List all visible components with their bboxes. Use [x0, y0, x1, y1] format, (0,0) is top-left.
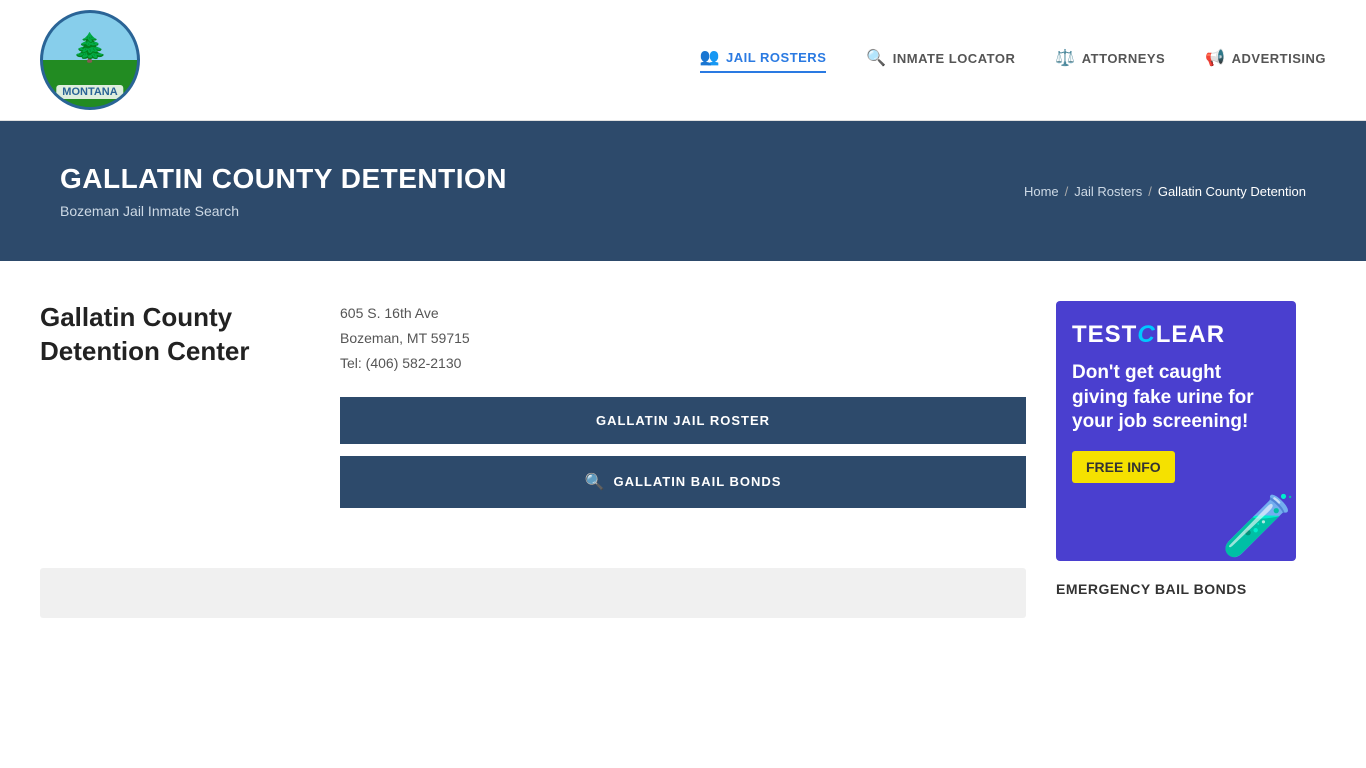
- ad-box[interactable]: TEST C LEAR Don't get caught giving fake…: [1056, 301, 1296, 561]
- logo-text: MONTANA: [56, 85, 123, 99]
- breadcrumb-current: Gallatin County Detention: [1158, 184, 1306, 199]
- address-line1: 605 S. 16th Ave: [340, 301, 1026, 326]
- hero-left: GALLATIN COUNTY DETENTION Bozeman Jail I…: [60, 163, 507, 219]
- nav-inmate-locator-label: INMATE LOCATOR: [893, 51, 1016, 66]
- nav-attorneys[interactable]: ⚖️ ATTORNEYS: [1055, 48, 1165, 72]
- bail-bonds-button[interactable]: 🔍 GALLATIN BAIL BONDS: [340, 456, 1026, 508]
- breadcrumb-home[interactable]: Home: [1024, 184, 1059, 199]
- right-sidebar: TEST C LEAR Don't get caught giving fake…: [1056, 301, 1306, 618]
- nav-inmate-locator[interactable]: 🔍 INMATE LOCATOR: [866, 48, 1015, 72]
- main-content: Gallatin County Detention Center 605 S. …: [0, 261, 1366, 658]
- logo-tree-icon: 🌲: [73, 31, 108, 64]
- facility-name: Gallatin County Detention Center: [40, 301, 300, 508]
- facility-heading: Gallatin County Detention Center: [40, 301, 300, 369]
- ad-brand-clear: LEAR: [1156, 321, 1225, 349]
- breadcrumb-sep-2: /: [1148, 184, 1152, 199]
- hero-banner: GALLATIN COUNTY DETENTION Bozeman Jail I…: [0, 121, 1366, 261]
- ad-brand-test: TEST: [1072, 321, 1137, 349]
- ad-tagline: Don't get caught giving fake urine for y…: [1072, 361, 1280, 435]
- breadcrumb: Home / Jail Rosters / Gallatin County De…: [1024, 184, 1306, 199]
- site-header: 🌲 MONTANA 👥 JAIL ROSTERS 🔍 INMATE LOCATO…: [0, 0, 1366, 121]
- logo-area[interactable]: 🌲 MONTANA: [40, 10, 140, 110]
- jail-roster-button[interactable]: GALLATIN JAIL ROSTER: [340, 397, 1026, 444]
- attorneys-icon: ⚖️: [1055, 48, 1075, 68]
- ad-image-icon: 🧪: [1221, 490, 1296, 561]
- page-title: GALLATIN COUNTY DETENTION: [60, 163, 507, 195]
- bail-search-icon: 🔍: [585, 472, 606, 492]
- nav-advertising[interactable]: 📢 ADVERTISING: [1205, 48, 1326, 72]
- nav-attorneys-label: ATTORNEYS: [1082, 51, 1165, 66]
- jail-rosters-icon: 👥: [700, 47, 720, 67]
- facility-details: 605 S. 16th Ave Bozeman, MT 59715 Tel: (…: [340, 301, 1026, 508]
- logo-circle: 🌲 MONTANA: [40, 10, 140, 110]
- emergency-bail-title: EMERGENCY BAIL BONDS: [1056, 581, 1306, 597]
- nav-jail-rosters-label: JAIL ROSTERS: [726, 50, 826, 65]
- breadcrumb-sep-1: /: [1065, 184, 1069, 199]
- facility-phone: Tel: (406) 582-2130: [340, 351, 1026, 376]
- ad-cta-button[interactable]: FREE INFO: [1072, 451, 1175, 483]
- nav-jail-rosters[interactable]: 👥 JAIL ROSTERS: [700, 47, 827, 73]
- ad-brand-o: C: [1137, 321, 1155, 349]
- bail-bonds-label: GALLATIN BAIL BONDS: [613, 474, 781, 489]
- inmate-locator-icon: 🔍: [866, 48, 886, 68]
- facility-address: 605 S. 16th Ave Bozeman, MT 59715 Tel: (…: [340, 301, 1026, 377]
- emergency-bail-section: EMERGENCY BAIL BONDS: [1056, 581, 1306, 597]
- breadcrumb-jail-rosters[interactable]: Jail Rosters: [1074, 184, 1142, 199]
- facility-block: Gallatin County Detention Center 605 S. …: [40, 301, 1026, 538]
- main-nav: 👥 JAIL ROSTERS 🔍 INMATE LOCATOR ⚖️ ATTOR…: [700, 47, 1326, 73]
- page-subtitle: Bozeman Jail Inmate Search: [60, 203, 507, 219]
- content-left: Gallatin County Detention Center 605 S. …: [40, 301, 1026, 618]
- ad-brand: TEST C LEAR: [1072, 321, 1280, 349]
- advertising-icon: 📢: [1205, 48, 1225, 68]
- gray-divider-bar: [40, 568, 1026, 618]
- address-line2: Bozeman, MT 59715: [340, 326, 1026, 351]
- nav-advertising-label: ADVERTISING: [1232, 51, 1326, 66]
